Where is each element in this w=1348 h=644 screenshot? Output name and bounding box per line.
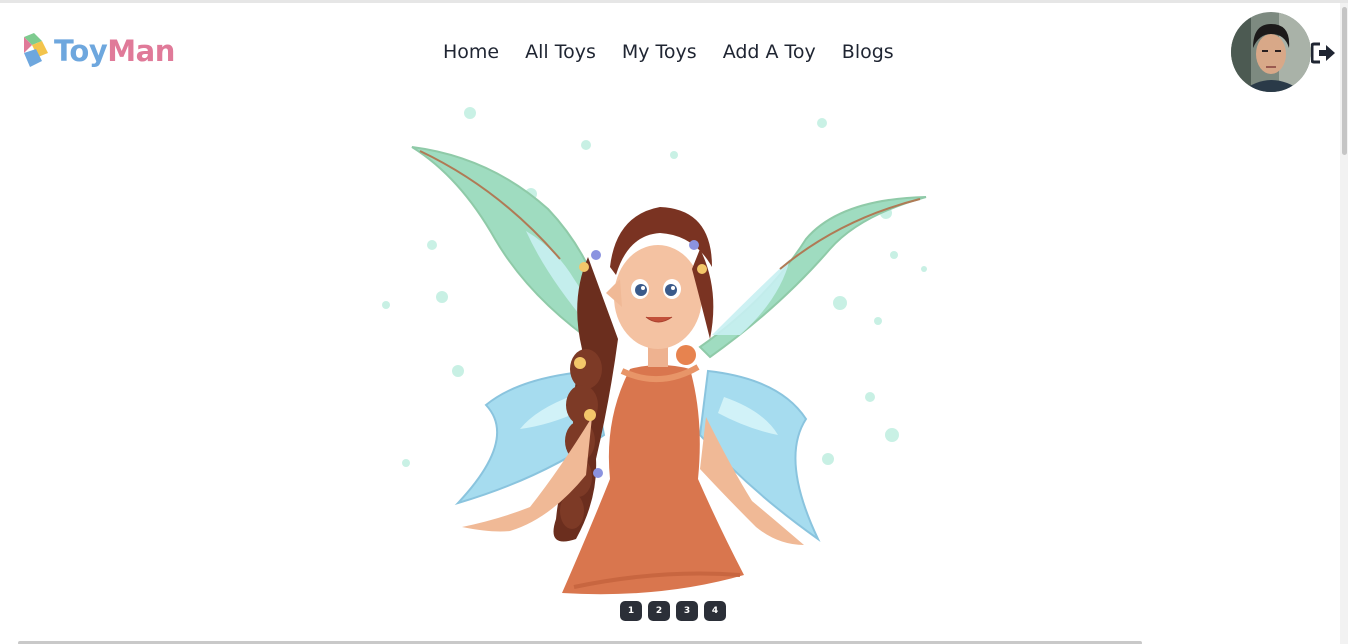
- vertical-scrollbar-thumb[interactable]: [1342, 7, 1347, 155]
- carousel-indicators: 1 2 3 4: [620, 601, 726, 621]
- nav-blogs[interactable]: Blogs: [829, 39, 907, 65]
- brand-name-part1: Toy: [54, 33, 108, 68]
- puzzle-logo-icon: [24, 33, 48, 67]
- brand-logo[interactable]: ToyMan: [20, 31, 175, 71]
- carousel-indicator-4[interactable]: 4: [704, 601, 726, 621]
- user-avatar[interactable]: [1231, 12, 1311, 92]
- brand-name: ToyMan: [54, 33, 175, 68]
- nav-home[interactable]: Home: [430, 39, 512, 65]
- page: ToyMan Home All Toys My Toys Add A Toy B…: [0, 0, 1348, 644]
- nav-my-toys[interactable]: My Toys: [609, 39, 710, 65]
- carousel-indicator-1[interactable]: 1: [620, 601, 642, 621]
- brand-name-part2: Man: [107, 33, 175, 68]
- carousel-indicator-3[interactable]: 3: [676, 601, 698, 621]
- nav-add-a-toy[interactable]: Add A Toy: [710, 39, 829, 65]
- avatar-photo: [1231, 12, 1311, 92]
- logout-button[interactable]: [1310, 41, 1337, 65]
- nav-all-toys[interactable]: All Toys: [512, 39, 609, 65]
- main-nav: Home All Toys My Toys Add A Toy Blogs: [430, 39, 907, 65]
- navbar: ToyMan Home All Toys My Toys Add A Toy B…: [0, 3, 1340, 99]
- carousel-slide-image: [382, 107, 927, 595]
- carousel-indicator-2[interactable]: 2: [648, 601, 670, 621]
- logout-icon: [1310, 42, 1335, 64]
